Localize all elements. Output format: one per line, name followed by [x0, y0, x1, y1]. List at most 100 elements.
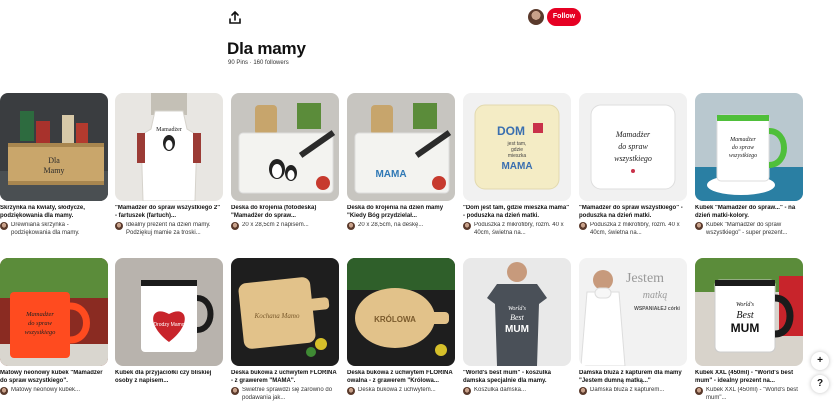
pin-image-pillow-mamadzer[interactable]: Mamadżer do spraw wszystkiego	[579, 93, 687, 201]
board-title: Dla mamy	[227, 39, 306, 58]
pin-avatar[interactable]	[0, 222, 8, 230]
pin-image-wood-board-mama[interactable]: Kochana Mamo	[231, 258, 339, 366]
pin-image-orange-mug[interactable]: Mamadżer do spraw wszystkiego	[0, 258, 108, 366]
pin-image-crate[interactable]: Dla Mamy	[0, 93, 108, 201]
pin-desc: 20 x 28,5cm, na deskę...	[358, 222, 424, 228]
hoodie-bg-text-3: WSPANIAŁEJ córki	[634, 306, 680, 312]
pin-title[interactable]: Matowy neonowy kubek "Mamadżer do spraw …	[0, 370, 108, 385]
pin-title[interactable]: "Mamadżer do spraw wszystkiego" - podusz…	[579, 205, 687, 220]
mug-text-3: wszystkiego	[729, 153, 757, 159]
pin-avatar[interactable]	[115, 222, 123, 230]
xxl-mug-text-1: World's	[736, 302, 755, 308]
pin-title[interactable]: Deska bukowa z uchwytem FLORINA owalna -…	[347, 370, 455, 385]
pin-avatar[interactable]	[347, 387, 355, 395]
orange-mug-text-3: wszystkiego	[25, 329, 56, 336]
pin-title[interactable]: Kubek "Mamadżer do spraw..." - na dzień …	[695, 205, 803, 220]
pin-avatar[interactable]	[695, 222, 703, 230]
pin-card[interactable]: Mamadżer do spraw wszystkiego Matowy neo…	[0, 258, 108, 395]
pin-card[interactable]: Dla Mamy Skrzynka na kwiaty, słodycze, p…	[0, 93, 108, 237]
pin-card[interactable]: Drodzy Mamo Kubek dla przyjaciółki czy b…	[115, 258, 223, 385]
xxl-mug-text-2: Best	[736, 310, 753, 321]
pillow2-text-1: Mamadżer	[615, 130, 651, 139]
pin-card[interactable]: Kochana Mamo Deska bukowa z uchwytem FLO…	[231, 258, 339, 402]
pin-image-tshirt[interactable]: World's Best MUM	[463, 258, 571, 366]
pin-card[interactable]: MAMA Deska do krojenia na dzień mamy "Ki…	[347, 93, 455, 230]
follow-button[interactable]: Follow	[547, 8, 581, 26]
help-icon[interactable]: ?	[811, 375, 829, 393]
board-meta: 90 Pins · 160 followers	[228, 60, 289, 66]
pin-avatar[interactable]	[579, 222, 587, 230]
board-text-mama: MAMA	[375, 169, 406, 180]
pin-desc: Kubek "Mamadżer do spraw wszystkiego" - …	[706, 222, 788, 236]
board-krolowa-text: KRÓLOWA	[374, 315, 416, 324]
pin-avatar[interactable]	[0, 387, 8, 395]
pin-desc: 20 x 28,5cm z napisem...	[242, 222, 309, 228]
xxl-mug-text-3: MUM	[731, 321, 760, 335]
pin-avatar[interactable]	[463, 387, 471, 395]
profile-avatar[interactable]	[528, 9, 544, 25]
pillow2-text-3: wszystkiego	[614, 154, 652, 163]
pin-card[interactable]: Mamadżer do spraw wszystkiego "Mamadżer …	[579, 93, 687, 237]
pin-image-apron[interactable]: Mamadżer	[115, 93, 223, 201]
pin-desc: Idealny prezent na dzień mamy. Podziękuj…	[126, 222, 211, 236]
orange-mug-text-1: Mamadżer	[25, 311, 54, 318]
pin-desc: Poduszka z mikrofibry, rozm. 40 x 40cm, …	[590, 222, 680, 236]
pin-desc: Drewniana skrzynka - podziękowania dla m…	[11, 222, 80, 236]
pin-avatar[interactable]	[231, 387, 239, 395]
tshirt-text-3: MUM	[505, 324, 529, 335]
pin-desc: Poduszka z mikrofibry, rozm. 40 x 40cm, …	[474, 222, 564, 236]
pin-card[interactable]: World's Best MUM "World's best mum" - ko…	[463, 258, 571, 395]
pin-desc: Świetnie sprawdzi się zarówno do podawan…	[242, 387, 333, 401]
pin-avatar[interactable]	[231, 222, 239, 230]
plus-icon[interactable]: +	[811, 352, 829, 370]
pin-avatar[interactable]	[579, 387, 587, 395]
pin-image-hoodie[interactable]: Jestem matką WSPANIAŁEJ córki	[579, 258, 687, 366]
pin-card[interactable]: World's Best MUM Kubek XXL (450ml) - "Wo…	[695, 258, 803, 402]
pin-avatar[interactable]	[463, 222, 471, 230]
pillow-text-dom: DOM	[497, 124, 525, 138]
pin-title[interactable]: Deska do krojenia (fotodeska) "Mamadżer …	[231, 205, 339, 220]
board-florina-text: Kochana Mamo	[254, 312, 300, 320]
mug-text-1: Mamadżer	[729, 137, 756, 143]
pin-image-cutting-board[interactable]	[231, 93, 339, 201]
orange-mug-text-2: do spraw	[28, 320, 53, 327]
heart-mug-text: Drodzy Mamo	[153, 322, 184, 328]
crate-text-1: Dla	[48, 156, 60, 165]
pin-image-heart-mug[interactable]: Drodzy Mamo	[115, 258, 223, 366]
pin-card[interactable]: Mamadżer do spraw wszystkiego Kubek "Mam…	[695, 93, 803, 237]
pin-avatar[interactable]	[347, 222, 355, 230]
pin-desc: Koszulka damska...	[474, 387, 527, 393]
pin-title[interactable]: Damska bluza z kapturem dla mamy "Jestem…	[579, 370, 687, 385]
pin-title[interactable]: "Mamadżer do spraw wszystkiego 2" - fart…	[115, 205, 223, 220]
pin-card[interactable]: DOM jest tam, gdzie mieszka MAMA "Dom je…	[463, 93, 571, 237]
pin-image-wood-board-krolowa[interactable]: KRÓLOWA	[347, 258, 455, 366]
pin-desc: Deska bukowa z uchwytem...	[358, 387, 436, 393]
tshirt-text-2: Best	[510, 313, 525, 322]
pin-image-pillow-dom[interactable]: DOM jest tam, gdzie mieszka MAMA	[463, 93, 571, 201]
pin-title[interactable]: Kubek dla przyjaciółki czy bliskiej osob…	[115, 370, 223, 385]
pin-title[interactable]: Skrzynka na kwiaty, słodycze, podziękowa…	[0, 205, 108, 220]
pin-card[interactable]: KRÓLOWA Deska bukowa z uchwytem FLORINA …	[347, 258, 455, 395]
pin-desc: Matowy neonowy kubek...	[11, 387, 81, 393]
pin-image-xxl-mug[interactable]: World's Best MUM	[695, 258, 803, 366]
pin-card[interactable]: Mamadżer "Mamadżer do spraw wszystkiego …	[115, 93, 223, 237]
tshirt-text-1: World's	[508, 306, 527, 312]
pin-image-cutting-board-mama[interactable]: MAMA	[347, 93, 455, 201]
hoodie-bg-text-2: matką	[643, 290, 667, 301]
share-icon[interactable]	[226, 9, 244, 27]
pin-title[interactable]: "World's best mum" - koszulka damska spe…	[463, 370, 571, 385]
pin-card[interactable]: Jestem matką WSPANIAŁEJ córki Damska blu…	[579, 258, 687, 395]
pin-title[interactable]: Kubek XXL (450ml) - "World's best mum" -…	[695, 370, 803, 385]
pin-title[interactable]: "Dom jest tam, gdzie mieszka mama" - pod…	[463, 205, 571, 220]
hoodie-bg-text-1: Jestem	[626, 271, 664, 286]
pin-image-mug-green[interactable]: Mamadżer do spraw wszystkiego	[695, 93, 803, 201]
pin-avatar[interactable]	[695, 387, 703, 395]
crate-text-2: Mamy	[44, 166, 65, 175]
pillow-text-4: mieszka	[508, 153, 527, 159]
pin-card[interactable]: Deska do krojenia (fotodeska) "Mamadżer …	[231, 93, 339, 230]
pin-desc: Kubek XXL (450ml) - "World's best mum"..…	[706, 387, 798, 401]
mug-text-2: do spraw	[732, 145, 754, 151]
pin-title[interactable]: Deska bukowa z uchwytem FLORINA - z graw…	[231, 370, 339, 385]
pin-desc: Damska bluza z kapturem...	[590, 387, 665, 393]
pin-title[interactable]: Deska do krojenia na dzień mamy "Kiedy B…	[347, 205, 455, 220]
